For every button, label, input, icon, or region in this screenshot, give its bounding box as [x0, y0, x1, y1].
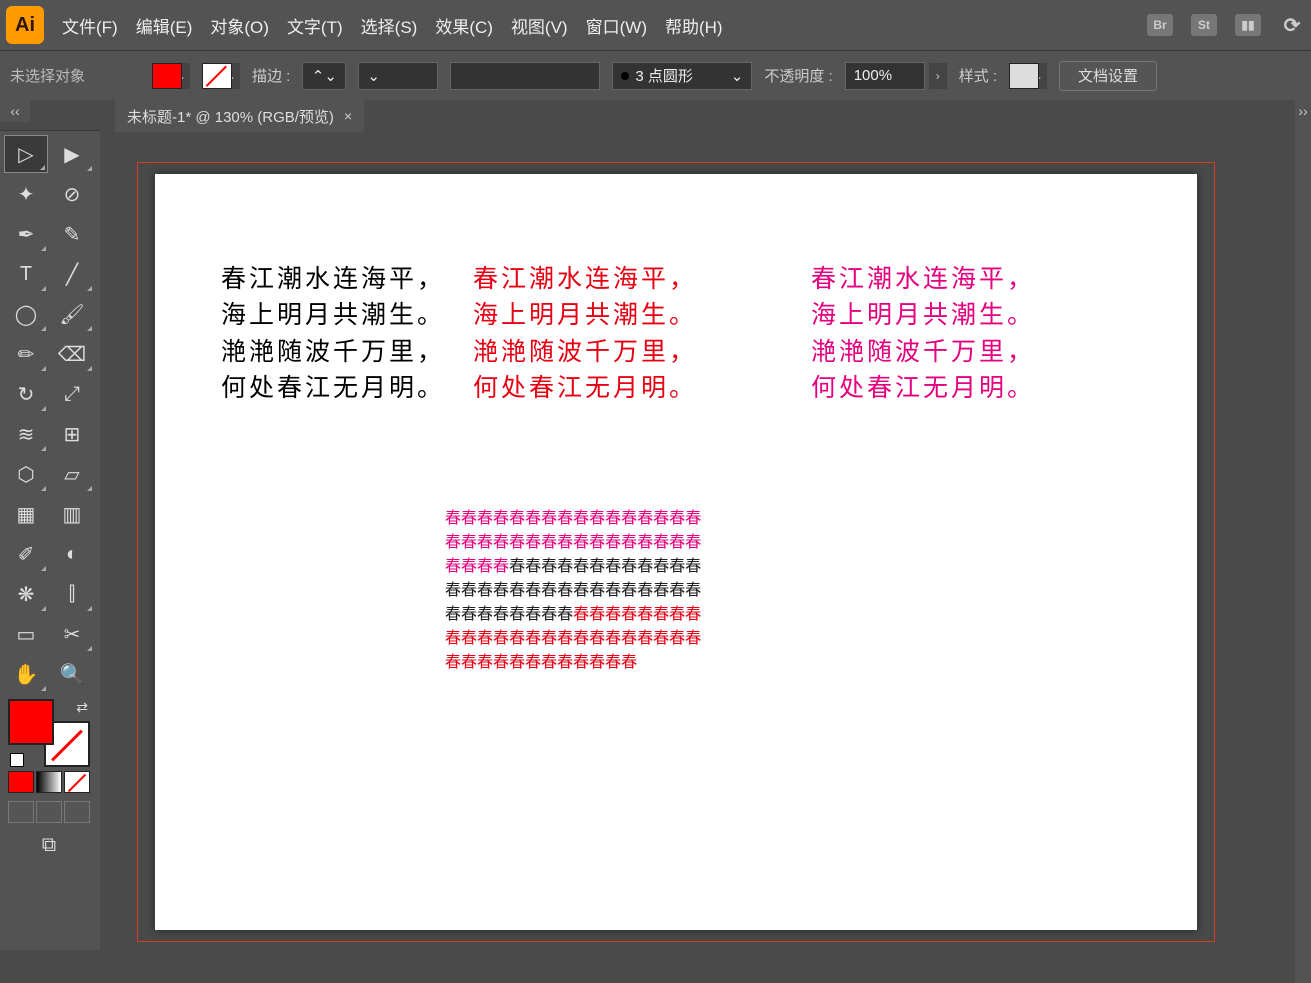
sync-icon[interactable]: ⟳: [1279, 14, 1305, 36]
right-dock: ››: [1295, 100, 1311, 983]
control-bar: 未选择对象 ⌄ ⌄ 描边 : ⌃⌄ ⌄ 3 点圆形 ⌄ 不透明度 : 100% …: [0, 50, 1311, 100]
artboard: 春江潮水连海平， 海上明月共潮生。 滟滟随波千万里， 何处春江无月明。 春江潮水…: [155, 174, 1197, 930]
symbol-sprayer-tool[interactable]: ❋: [4, 575, 48, 613]
menu-edit[interactable]: 编辑(E): [136, 13, 193, 38]
stroke-swatch[interactable]: [202, 63, 232, 89]
close-icon[interactable]: ×: [344, 108, 352, 124]
stock-icon[interactable]: St: [1191, 14, 1217, 36]
left-dock-collapse[interactable]: ‹‹: [0, 100, 30, 122]
menu-effect[interactable]: 效果(C): [435, 13, 493, 38]
menu-type[interactable]: 文字(T): [287, 13, 343, 38]
zoom-tool[interactable]: 🔍: [50, 655, 94, 693]
brush-tool[interactable]: 🖌: [50, 295, 94, 333]
selection-tool[interactable]: ▷: [4, 135, 48, 173]
swap-fill-stroke-icon[interactable]: ⇄: [76, 699, 88, 716]
menu-file[interactable]: 文件(F): [62, 13, 118, 38]
opacity-more[interactable]: ›: [929, 63, 947, 89]
toolbox: ▷▶✦⊘✒✎T╱◯🖌✏⌫↻⤢≋⊞⬡▱▦▥✐◐❋⫿▭✂✋🔍 ⇄ ⧉: [0, 130, 100, 950]
direct-selection-tool[interactable]: ▶: [50, 135, 94, 173]
magic-wand-tool[interactable]: ✦: [4, 175, 48, 213]
app-logo: Ai: [6, 6, 44, 44]
gradient-mode[interactable]: [36, 771, 62, 793]
pen-tool[interactable]: ✒: [4, 215, 48, 253]
fill-swatch[interactable]: [152, 63, 182, 89]
fill-color[interactable]: [8, 699, 54, 745]
menu-window[interactable]: 窗口(W): [586, 13, 647, 38]
menu-help[interactable]: 帮助(H): [665, 13, 723, 38]
style-swatch[interactable]: [1009, 63, 1039, 89]
artboard-tool[interactable]: ▭: [4, 615, 48, 653]
menu-bar: Ai 文件(F) 编辑(E) 对象(O) 文字(T) 选择(S) 效果(C) 视…: [0, 0, 1311, 50]
eyedropper-tool[interactable]: ✐: [4, 535, 48, 573]
ellipse-tool[interactable]: ◯: [4, 295, 48, 333]
type-tool[interactable]: T: [4, 255, 48, 293]
draw-inside[interactable]: [64, 801, 90, 823]
bridge-icon[interactable]: Br: [1147, 14, 1173, 36]
draw-normal[interactable]: [8, 801, 34, 823]
hand-tool[interactable]: ✋: [4, 655, 48, 693]
opacity-label: 不透明度 :: [764, 65, 832, 86]
stroke-variable-field[interactable]: ⌄: [358, 62, 438, 90]
document-setup-button[interactable]: 文档设置: [1059, 61, 1157, 91]
document-tab-bar: 未标题-1* @ 130% (RGB/预览) ×: [115, 100, 1311, 132]
arrange-icon[interactable]: ▮▮: [1235, 14, 1261, 36]
color-mode[interactable]: [8, 771, 34, 793]
slice-tool[interactable]: ✂: [50, 615, 94, 653]
free-transform-tool[interactable]: ⊞: [50, 415, 94, 453]
width-tool[interactable]: ≋: [4, 415, 48, 453]
stroke-weight-field[interactable]: ⌃⌄: [302, 62, 346, 90]
screen-mode[interactable]: ⧉: [4, 831, 94, 859]
3d-revolve-object[interactable]: 春春春春春春春春春春春春春春春春春春春春春春春春春春春春春春春春春春春春春春春春…: [445, 504, 705, 764]
menu-view[interactable]: 视图(V): [511, 13, 568, 38]
poem-text-red[interactable]: 春江潮水连海平， 海上明月共潮生。 滟滟随波千万里， 何处春江无月明。: [473, 262, 697, 407]
eraser-tool[interactable]: ⌫: [50, 335, 94, 373]
menu-select[interactable]: 选择(S): [361, 13, 418, 38]
graph-tool[interactable]: ⫿: [50, 575, 94, 613]
line-tool[interactable]: ╱: [50, 255, 94, 293]
menu-object[interactable]: 对象(O): [210, 13, 269, 38]
document-tab[interactable]: 未标题-1* @ 130% (RGB/预览) ×: [115, 100, 364, 132]
blend-tool[interactable]: ◐: [50, 535, 94, 573]
poem-text-black[interactable]: 春江潮水连海平， 海上明月共潮生。 滟滟随波千万里， 何处春江无月明。: [221, 262, 445, 407]
mesh-tool[interactable]: ▦: [4, 495, 48, 533]
poem-text-magenta[interactable]: 春江潮水连海平， 海上明月共潮生。 滟滟随波千万里， 何处春江无月明。: [811, 262, 1035, 407]
perspective-tool[interactable]: ▱: [50, 455, 94, 493]
stroke-label: 描边 :: [252, 65, 290, 86]
none-mode[interactable]: [64, 771, 90, 793]
stroke-profile-field[interactable]: 3 点圆形 ⌄: [612, 62, 752, 90]
tab-title: 未标题-1* @ 130% (RGB/预览): [127, 106, 334, 127]
fill-stroke-indicator[interactable]: ⇄: [4, 697, 94, 769]
opacity-field[interactable]: 100%: [845, 62, 925, 90]
lasso-tool[interactable]: ⊘: [50, 175, 94, 213]
default-fill-stroke-icon[interactable]: [10, 753, 24, 767]
draw-behind[interactable]: [36, 801, 62, 823]
scale-tool[interactable]: ⤢: [50, 375, 94, 413]
gradient-tool[interactable]: ▥: [50, 495, 94, 533]
pencil-tool[interactable]: ✏: [4, 335, 48, 373]
selection-status: 未选择对象: [10, 65, 140, 86]
shape-builder-tool[interactable]: ⬡: [4, 455, 48, 493]
brush-field[interactable]: [450, 62, 600, 90]
rotate-tool[interactable]: ↻: [4, 375, 48, 413]
canvas[interactable]: 春江潮水连海平， 海上明月共潮生。 滟滟随波千万里， 何处春江无月明。 春江潮水…: [115, 132, 1311, 983]
curvature-tool[interactable]: ✎: [50, 215, 94, 253]
style-label: 样式 :: [959, 65, 997, 86]
right-dock-collapse[interactable]: ››: [1295, 100, 1311, 122]
